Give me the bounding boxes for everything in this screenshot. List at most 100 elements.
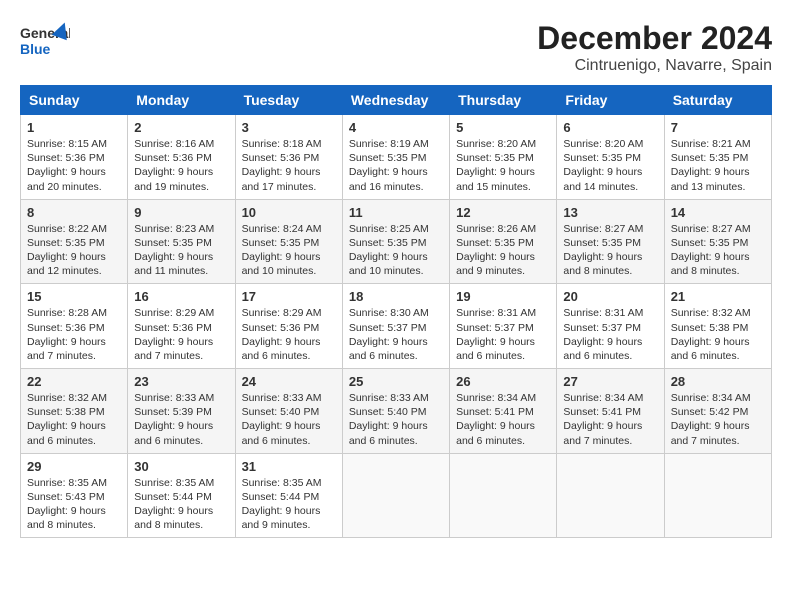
sunset-label: Sunset: 5:42 PM <box>671 406 749 418</box>
sunrise-label: Sunrise: 8:27 AM <box>563 223 643 235</box>
sunset-label: Sunset: 5:44 PM <box>134 491 212 503</box>
sunrise-label: Sunrise: 8:30 AM <box>349 307 429 319</box>
calendar-cell: 4 Sunrise: 8:19 AM Sunset: 5:35 PM Dayli… <box>342 115 449 200</box>
day-number: 23 <box>134 374 228 389</box>
day-number: 8 <box>27 205 121 220</box>
calendar-table: SundayMondayTuesdayWednesdayThursdayFrid… <box>20 85 772 538</box>
calendar-week-2: 8 Sunrise: 8:22 AM Sunset: 5:35 PM Dayli… <box>21 199 772 284</box>
sunset-label: Sunset: 5:35 PM <box>563 152 641 164</box>
calendar-cell: 7 Sunrise: 8:21 AM Sunset: 5:35 PM Dayli… <box>664 115 771 200</box>
day-number: 3 <box>242 120 336 135</box>
daylight-label: Daylight: 9 hours and 12 minutes. <box>27 251 106 277</box>
day-number: 9 <box>134 205 228 220</box>
sunset-label: Sunset: 5:38 PM <box>671 322 749 334</box>
sunset-label: Sunset: 5:41 PM <box>456 406 534 418</box>
sunrise-label: Sunrise: 8:16 AM <box>134 138 214 150</box>
calendar-cell: 22 Sunrise: 8:32 AM Sunset: 5:38 PM Dayl… <box>21 369 128 454</box>
sunrise-label: Sunrise: 8:28 AM <box>27 307 107 319</box>
calendar-cell: 21 Sunrise: 8:32 AM Sunset: 5:38 PM Dayl… <box>664 284 771 369</box>
sunset-label: Sunset: 5:35 PM <box>134 237 212 249</box>
day-info: Sunrise: 8:35 AM Sunset: 5:44 PM Dayligh… <box>134 476 228 533</box>
sunrise-label: Sunrise: 8:19 AM <box>349 138 429 150</box>
sunset-label: Sunset: 5:35 PM <box>563 237 641 249</box>
day-number: 29 <box>27 459 121 474</box>
day-number: 18 <box>349 289 443 304</box>
day-number: 21 <box>671 289 765 304</box>
day-info: Sunrise: 8:22 AM Sunset: 5:35 PM Dayligh… <box>27 222 121 279</box>
day-number: 31 <box>242 459 336 474</box>
sunset-label: Sunset: 5:43 PM <box>27 491 105 503</box>
calendar-cell <box>450 453 557 538</box>
sunrise-label: Sunrise: 8:27 AM <box>671 223 751 235</box>
day-info: Sunrise: 8:34 AM Sunset: 5:41 PM Dayligh… <box>563 391 657 448</box>
calendar-cell: 5 Sunrise: 8:20 AM Sunset: 5:35 PM Dayli… <box>450 115 557 200</box>
day-info: Sunrise: 8:18 AM Sunset: 5:36 PM Dayligh… <box>242 137 336 194</box>
calendar-cell: 20 Sunrise: 8:31 AM Sunset: 5:37 PM Dayl… <box>557 284 664 369</box>
sunset-label: Sunset: 5:35 PM <box>349 237 427 249</box>
sunset-label: Sunset: 5:35 PM <box>456 237 534 249</box>
calendar-cell: 10 Sunrise: 8:24 AM Sunset: 5:35 PM Dayl… <box>235 199 342 284</box>
sunrise-label: Sunrise: 8:29 AM <box>134 307 214 319</box>
day-info: Sunrise: 8:20 AM Sunset: 5:35 PM Dayligh… <box>456 137 550 194</box>
calendar-cell: 13 Sunrise: 8:27 AM Sunset: 5:35 PM Dayl… <box>557 199 664 284</box>
calendar-cell: 29 Sunrise: 8:35 AM Sunset: 5:43 PM Dayl… <box>21 453 128 538</box>
day-info: Sunrise: 8:32 AM Sunset: 5:38 PM Dayligh… <box>27 391 121 448</box>
daylight-label: Daylight: 9 hours and 8 minutes. <box>671 251 750 277</box>
sunrise-label: Sunrise: 8:34 AM <box>456 392 536 404</box>
sunset-label: Sunset: 5:36 PM <box>27 322 105 334</box>
sunrise-label: Sunrise: 8:20 AM <box>563 138 643 150</box>
day-info: Sunrise: 8:24 AM Sunset: 5:35 PM Dayligh… <box>242 222 336 279</box>
sunset-label: Sunset: 5:38 PM <box>27 406 105 418</box>
sunset-label: Sunset: 5:35 PM <box>242 237 320 249</box>
day-number: 24 <box>242 374 336 389</box>
sunrise-label: Sunrise: 8:35 AM <box>134 477 214 489</box>
day-info: Sunrise: 8:29 AM Sunset: 5:36 PM Dayligh… <box>242 306 336 363</box>
sunset-label: Sunset: 5:36 PM <box>134 322 212 334</box>
page-title: December 2024 <box>537 20 772 57</box>
day-info: Sunrise: 8:31 AM Sunset: 5:37 PM Dayligh… <box>456 306 550 363</box>
day-header-tuesday: Tuesday <box>235 86 342 115</box>
day-info: Sunrise: 8:27 AM Sunset: 5:35 PM Dayligh… <box>563 222 657 279</box>
sunset-label: Sunset: 5:44 PM <box>242 491 320 503</box>
daylight-label: Daylight: 9 hours and 9 minutes. <box>242 505 321 531</box>
sunrise-label: Sunrise: 8:22 AM <box>27 223 107 235</box>
calendar-cell: 6 Sunrise: 8:20 AM Sunset: 5:35 PM Dayli… <box>557 115 664 200</box>
sunrise-label: Sunrise: 8:33 AM <box>134 392 214 404</box>
sunrise-label: Sunrise: 8:31 AM <box>456 307 536 319</box>
day-info: Sunrise: 8:20 AM Sunset: 5:35 PM Dayligh… <box>563 137 657 194</box>
sunset-label: Sunset: 5:37 PM <box>456 322 534 334</box>
daylight-label: Daylight: 9 hours and 10 minutes. <box>242 251 321 277</box>
sunrise-label: Sunrise: 8:31 AM <box>563 307 643 319</box>
day-number: 25 <box>349 374 443 389</box>
daylight-label: Daylight: 9 hours and 14 minutes. <box>563 166 642 192</box>
sunset-label: Sunset: 5:37 PM <box>349 322 427 334</box>
calendar-cell: 8 Sunrise: 8:22 AM Sunset: 5:35 PM Dayli… <box>21 199 128 284</box>
sunrise-label: Sunrise: 8:24 AM <box>242 223 322 235</box>
calendar-cell: 15 Sunrise: 8:28 AM Sunset: 5:36 PM Dayl… <box>21 284 128 369</box>
day-number: 26 <box>456 374 550 389</box>
calendar-cell: 1 Sunrise: 8:15 AM Sunset: 5:36 PM Dayli… <box>21 115 128 200</box>
day-header-thursday: Thursday <box>450 86 557 115</box>
daylight-label: Daylight: 9 hours and 13 minutes. <box>671 166 750 192</box>
daylight-label: Daylight: 9 hours and 16 minutes. <box>349 166 428 192</box>
sunset-label: Sunset: 5:35 PM <box>27 237 105 249</box>
day-info: Sunrise: 8:16 AM Sunset: 5:36 PM Dayligh… <box>134 137 228 194</box>
day-info: Sunrise: 8:33 AM Sunset: 5:40 PM Dayligh… <box>349 391 443 448</box>
sunrise-label: Sunrise: 8:23 AM <box>134 223 214 235</box>
sunset-label: Sunset: 5:36 PM <box>242 152 320 164</box>
sunrise-label: Sunrise: 8:35 AM <box>242 477 322 489</box>
title-block: December 2024 Cintruenigo, Navarre, Spai… <box>537 20 772 75</box>
day-number: 6 <box>563 120 657 135</box>
day-info: Sunrise: 8:27 AM Sunset: 5:35 PM Dayligh… <box>671 222 765 279</box>
day-number: 22 <box>27 374 121 389</box>
sunrise-label: Sunrise: 8:29 AM <box>242 307 322 319</box>
calendar-cell: 30 Sunrise: 8:35 AM Sunset: 5:44 PM Dayl… <box>128 453 235 538</box>
day-number: 13 <box>563 205 657 220</box>
day-header-sunday: Sunday <box>21 86 128 115</box>
calendar-cell: 27 Sunrise: 8:34 AM Sunset: 5:41 PM Dayl… <box>557 369 664 454</box>
sunset-label: Sunset: 5:41 PM <box>563 406 641 418</box>
daylight-label: Daylight: 9 hours and 7 minutes. <box>27 336 106 362</box>
calendar-cell: 16 Sunrise: 8:29 AM Sunset: 5:36 PM Dayl… <box>128 284 235 369</box>
sunset-label: Sunset: 5:35 PM <box>349 152 427 164</box>
daylight-label: Daylight: 9 hours and 6 minutes. <box>563 336 642 362</box>
